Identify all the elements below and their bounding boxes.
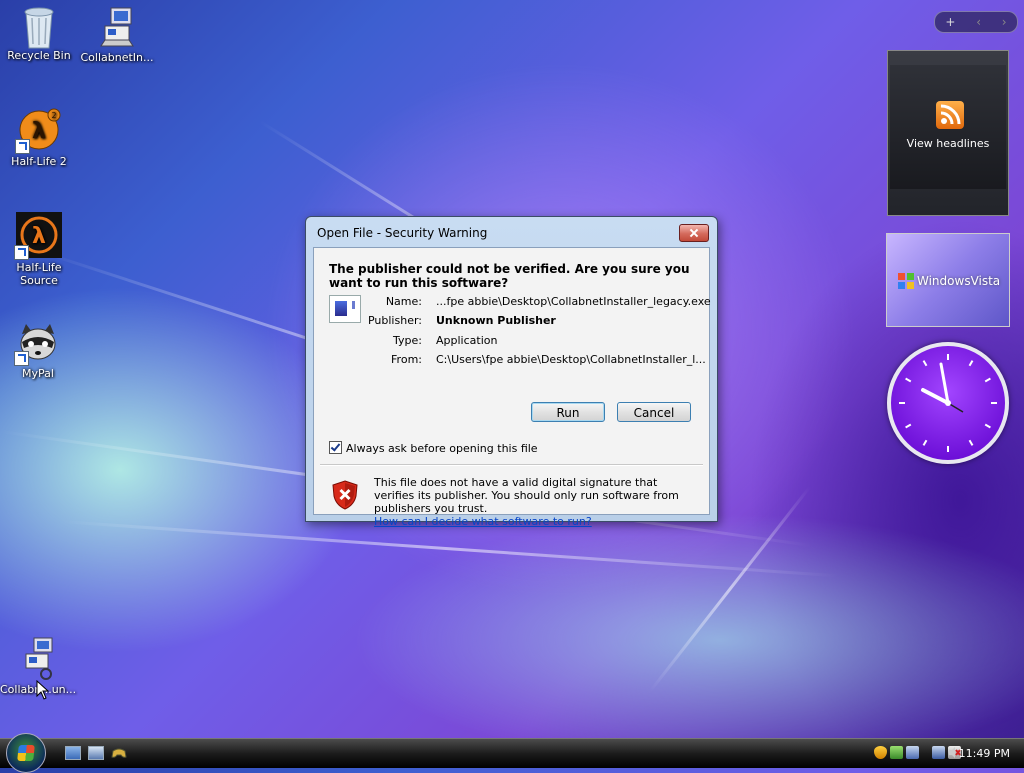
desktop-icon-half-life-2[interactable]: λ2 Half-Life 2 <box>1 108 77 168</box>
wallpaper-streak <box>59 520 839 578</box>
shortcut-arrow-icon <box>14 245 29 260</box>
desktop-icon-label: MyPal <box>22 367 54 380</box>
run-button[interactable]: Run <box>531 402 605 422</box>
from-label: From: <box>391 353 422 366</box>
installer-icon <box>16 636 60 680</box>
clock-gadget[interactable] <box>887 342 1009 464</box>
add-gadget-button[interactable]: + <box>945 15 955 29</box>
clock-face-icon <box>899 354 997 452</box>
taskbar: 11:49 PM <box>0 733 1024 773</box>
desktop-icon-label: Half-Life Source <box>16 261 62 287</box>
shortcut-arrow-icon <box>14 351 29 366</box>
type-label: Type: <box>393 334 422 347</box>
desktop-icon-recycle-bin[interactable]: Recycle Bin <box>1 2 77 62</box>
type-value: Application <box>436 334 498 347</box>
always-ask-label: Always ask before opening this file <box>346 442 538 455</box>
switch-windows-icon[interactable] <box>88 746 104 760</box>
raccoon-icon <box>14 320 60 366</box>
close-button[interactable] <box>679 224 709 242</box>
security-alert-icon[interactable] <box>874 746 887 759</box>
name-label: Name: <box>385 295 422 308</box>
sidebar-controls: + ‹ › <box>934 11 1018 33</box>
help-link[interactable]: How can I decide what software to run? <box>374 515 592 528</box>
display-icon[interactable] <box>906 746 919 759</box>
windows-logo-icon <box>17 745 35 761</box>
rss-feed-icon <box>936 101 964 129</box>
desktop-icon-mypal[interactable]: MyPal <box>0 320 76 380</box>
slideshow-caption: WindowsVista <box>917 274 1001 288</box>
desktop-icon-label: Half-Life 2 <box>11 155 67 168</box>
mouse-cursor-icon <box>36 680 50 700</box>
feed-headlines-gadget[interactable]: View headlines <box>887 50 1009 216</box>
network-icon[interactable] <box>932 746 945 759</box>
svg-text:λ: λ <box>32 224 46 249</box>
installer-icon <box>95 4 139 48</box>
svg-text:2: 2 <box>51 111 56 120</box>
desktop-icon-label: Recycle Bin <box>7 49 71 62</box>
desktop-icon-label: CollabnetIn... <box>80 51 154 64</box>
show-desktop-icon[interactable] <box>65 746 81 760</box>
cancel-button[interactable]: Cancel <box>617 402 691 422</box>
half-life-2-icon: λ2 <box>15 108 61 154</box>
security-shield-icon <box>332 480 358 510</box>
dialog-title: Open File - Security Warning <box>317 226 488 240</box>
warning-heading: The publisher could not be verified. Are… <box>329 262 690 290</box>
recycle-bin-icon <box>17 2 61 49</box>
name-value: ...fpe abbie\Desktop\CollabnetInstaller_… <box>436 295 711 308</box>
half-life-source-icon: λ <box>14 212 62 260</box>
warning-text: This file does not have a valid digital … <box>374 476 679 515</box>
sidebar-prev-button[interactable]: ‹ <box>976 15 981 29</box>
slideshow-gadget[interactable]: WindowsVista <box>886 233 1010 327</box>
publisher-value: Unknown Publisher <box>436 314 556 327</box>
always-ask-checkbox[interactable] <box>329 441 342 454</box>
windows-logo-icon <box>898 273 914 289</box>
start-button[interactable] <box>6 733 46 773</box>
sidebar-next-button[interactable]: › <box>1002 15 1007 29</box>
view-headlines-label[interactable]: View headlines <box>888 137 1008 150</box>
warning-pane: This file does not have a valid digital … <box>314 466 709 528</box>
publisher-label: Publisher: <box>367 314 422 327</box>
svg-text:λ: λ <box>32 119 46 144</box>
dialog-client-area: The publisher could not be verified. Are… <box>313 247 711 528</box>
network-check-icon[interactable] <box>890 746 903 759</box>
notification-area: 11:49 PM <box>854 739 1024 768</box>
shortcut-arrow-icon <box>15 139 30 154</box>
desktop-icon-collabnet-installer[interactable]: CollabnetIn... <box>79 4 155 64</box>
warning-text-block: This file does not have a valid digital … <box>374 476 694 528</box>
game-controller-icon[interactable] <box>111 746 127 760</box>
dialog-titlebar[interactable]: Open File - Security Warning <box>306 217 717 247</box>
clock-time[interactable]: 11:49 PM <box>959 747 1010 760</box>
always-ask-checkbox-row[interactable]: Always ask before opening this file <box>329 441 538 455</box>
desktop-icon-half-life-source[interactable]: λ Half-Life Source <box>1 212 77 287</box>
from-value: C:\Users\fpe abbie\Desktop\CollabnetInst… <box>436 353 706 366</box>
security-warning-dialog: Open File - Security Warning The publish… <box>305 216 718 528</box>
